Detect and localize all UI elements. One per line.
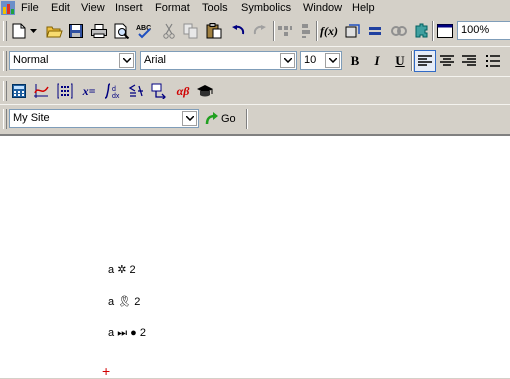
insert-hyperlink-icon[interactable] xyxy=(390,22,408,40)
print-icon[interactable] xyxy=(90,22,108,40)
programming-toolbar-icon[interactable] xyxy=(150,82,168,100)
component-icon[interactable] xyxy=(412,22,430,40)
region-symbol: ⏭ ● xyxy=(117,327,137,339)
font-size-value: 10 xyxy=(304,54,317,66)
align-right-button[interactable] xyxy=(460,52,478,70)
font-select[interactable]: Arial xyxy=(140,51,297,70)
standard-toolbar: ABC f(x) 100% xyxy=(0,17,510,47)
region-suffix: 2 xyxy=(139,327,146,339)
address-value: My Site xyxy=(13,112,50,124)
toolbar-grip[interactable] xyxy=(3,21,7,41)
region-prefix: a xyxy=(108,327,115,339)
menu-file[interactable]: File xyxy=(21,1,39,15)
crosshair-cursor: + xyxy=(102,363,111,379)
evaluation-label: x= xyxy=(82,83,96,98)
align-center-icon xyxy=(440,55,454,66)
toolbar-separator xyxy=(432,21,434,41)
region-suffix: 2 xyxy=(129,264,136,276)
toolbar-separator xyxy=(273,21,275,41)
chevron-down-icon[interactable] xyxy=(119,53,134,68)
region-prefix: a xyxy=(108,264,115,276)
save-icon[interactable] xyxy=(67,22,85,40)
go-button[interactable]: Go xyxy=(205,110,236,128)
svg-text:dx: dx xyxy=(112,93,120,100)
insert-function-icon[interactable]: f(x) xyxy=(320,22,338,40)
boolean-toolbar-icon[interactable] xyxy=(127,82,145,100)
undo-icon[interactable] xyxy=(229,22,247,40)
align-center-button[interactable] xyxy=(438,52,456,70)
open-folder-icon[interactable] xyxy=(45,22,63,40)
region-prefix: a xyxy=(108,296,115,308)
toolbar-grip[interactable] xyxy=(3,81,7,101)
menu-insert[interactable]: Insert xyxy=(115,1,143,15)
style-select[interactable]: Normal xyxy=(9,51,136,70)
paste-icon[interactable] xyxy=(205,22,223,40)
bullets-button[interactable] xyxy=(484,52,502,70)
math-toolbar: x= d dx αβ xyxy=(0,77,510,105)
worksheet[interactable]: a ✲ 2 a 🎗 2 a ⏭ ● 2 + xyxy=(0,134,510,378)
menu-format[interactable]: Format xyxy=(155,1,190,15)
chevron-down-icon[interactable] xyxy=(182,111,197,126)
graph-toolbar-icon[interactable] xyxy=(32,82,50,100)
svg-text:d: d xyxy=(112,86,116,93)
region-suffix: 2 xyxy=(134,296,141,308)
chevron-down-icon[interactable] xyxy=(325,53,340,68)
bold-button[interactable]: B xyxy=(345,51,365,71)
align-across-icon[interactable] xyxy=(276,22,294,40)
align-left-button[interactable] xyxy=(414,50,436,72)
menu-help[interactable]: Help xyxy=(352,1,375,15)
math-region[interactable]: a ⏭ ● 2 xyxy=(108,327,146,340)
address-select[interactable]: My Site xyxy=(9,109,199,128)
calculator-toolbar-icon[interactable] xyxy=(10,82,28,100)
align-left-icon xyxy=(418,55,432,66)
menu-view[interactable]: View xyxy=(81,1,105,15)
cut-icon[interactable] xyxy=(160,22,178,40)
redo-icon[interactable] xyxy=(251,22,269,40)
font-size-select[interactable]: 10 xyxy=(300,51,342,70)
align-right-icon xyxy=(462,55,476,66)
greek-label: αβ xyxy=(176,83,190,98)
print-preview-icon[interactable] xyxy=(113,22,131,40)
web-toolbar: My Site Go xyxy=(0,105,510,133)
new-document-icon[interactable] xyxy=(10,22,28,40)
math-region[interactable]: a 🎗 2 xyxy=(108,295,140,308)
evaluation-toolbar-icon[interactable]: x= xyxy=(79,82,99,100)
toolbar-grip[interactable] xyxy=(3,109,7,129)
insert-unit-icon[interactable] xyxy=(344,22,362,40)
formatting-toolbar: Normal Arial 10 B I U xyxy=(0,47,510,77)
greek-toolbar-icon[interactable]: αβ xyxy=(172,82,194,100)
spell-check-icon[interactable]: ABC xyxy=(136,22,154,40)
font-value: Arial xyxy=(144,54,167,66)
menu-tools[interactable]: Tools xyxy=(202,1,228,15)
new-dropdown-arrow-icon[interactable] xyxy=(27,22,39,40)
zoom-value: 100% xyxy=(461,24,490,36)
resource-center-icon[interactable] xyxy=(436,22,454,40)
menu-window[interactable]: Window xyxy=(303,1,342,15)
menu-symbolics[interactable]: Symbolics xyxy=(241,1,291,15)
calculate-icon[interactable] xyxy=(366,22,384,40)
region-symbol: ✲ xyxy=(117,264,127,276)
calculus-toolbar-icon[interactable]: d dx xyxy=(104,82,122,100)
toolbar-separator xyxy=(246,109,248,129)
underline-button[interactable]: U xyxy=(390,51,410,71)
symbolic-toolbar-icon[interactable] xyxy=(196,82,214,100)
bullet-list-icon xyxy=(486,55,500,67)
zoom-combo[interactable]: 100% xyxy=(457,21,510,40)
app-icon xyxy=(1,1,15,15)
math-region[interactable]: a ✲ 2 xyxy=(108,263,136,276)
chevron-down-icon[interactable] xyxy=(280,53,295,68)
align-down-icon[interactable] xyxy=(297,22,315,40)
region-symbol: 🎗 xyxy=(117,296,132,308)
menu-bar: File Edit View Insert Format Tools Symbo… xyxy=(0,0,510,16)
menu-edit[interactable]: Edit xyxy=(51,1,70,15)
copy-icon[interactable] xyxy=(182,22,200,40)
italic-button[interactable]: I xyxy=(367,51,387,71)
go-label: Go xyxy=(221,113,236,125)
toolbar-separator xyxy=(316,21,318,41)
matrix-toolbar-icon[interactable] xyxy=(56,82,74,100)
toolbar-separator xyxy=(411,51,413,71)
toolbar-grip[interactable] xyxy=(3,51,7,71)
go-arrow-icon xyxy=(205,112,218,125)
style-value: Normal xyxy=(13,54,49,66)
